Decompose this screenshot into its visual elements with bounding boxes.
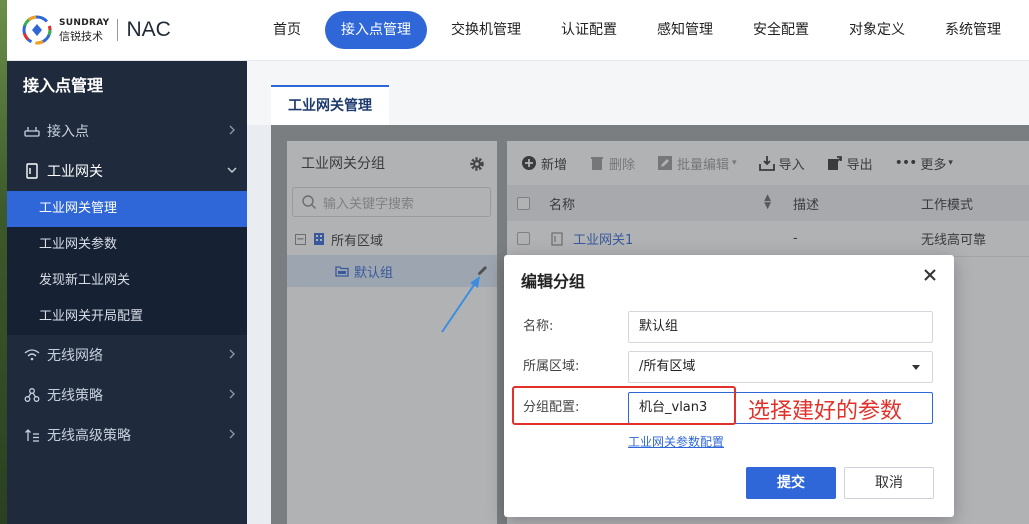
logo-divider xyxy=(117,19,119,41)
dialog-title: 编辑分组 xyxy=(521,272,586,291)
sidebar-item-label: 无线高级策略 xyxy=(47,428,131,444)
name-field[interactable]: 默认组 xyxy=(628,311,933,343)
region-label: 所属区域: xyxy=(523,359,580,374)
form-row-name: 名称: 默认组 xyxy=(504,311,954,343)
sidebar-item-wireless-advanced-policy[interactable]: 无线高级策略 xyxy=(7,415,247,455)
region-selected-value: /所有区域 xyxy=(639,359,696,374)
sidebar-item-label: 工业网关 xyxy=(47,164,103,180)
chevron-right-icon xyxy=(229,429,235,439)
annotation-arrow-icon xyxy=(441,276,480,333)
sidebar-sub-gateway-management[interactable]: 工业网关管理 xyxy=(7,191,247,227)
chevron-right-icon xyxy=(229,349,235,359)
sidebar-sub-discover-gateway[interactable]: 发现新工业网关 xyxy=(7,263,247,299)
sidebar-item-industrial-gateway[interactable]: 工业网关 xyxy=(7,151,247,191)
chevron-down-icon xyxy=(227,167,237,173)
tab-bar: 工业网关管理 xyxy=(247,61,1029,125)
sundray-logo-icon xyxy=(22,15,52,45)
annotation-text: 选择建好的参数 xyxy=(748,399,903,424)
sidebar-item-wireless-policy[interactable]: 无线策略 xyxy=(7,375,247,415)
main-nav: 首页 接入点管理 交换机管理 认证配置 感知管理 安全配置 对象定义 系统管理 xyxy=(257,11,1025,49)
chevron-right-icon xyxy=(229,389,235,399)
nav-switch-management[interactable]: 交换机管理 xyxy=(435,11,537,49)
wifi-icon xyxy=(23,346,41,364)
sidebar-sub-gateway-setup[interactable]: 工业网关开局配置 xyxy=(7,299,247,335)
sidebar-item-access-point[interactable]: 接入点 xyxy=(7,111,247,151)
cancel-button[interactable]: 取消 xyxy=(844,467,934,499)
sidebar: 接入点管理 接入点 工业网关 工业网关管理 工业网关参数 发现新工业网关 工业网… xyxy=(7,61,247,524)
nav-auth-config[interactable]: 认证配置 xyxy=(545,11,633,49)
annotation-highlight-box xyxy=(512,386,736,425)
nav-access-point-management[interactable]: 接入点管理 xyxy=(325,11,427,49)
form-row-region: 所属区域: /所有区域 xyxy=(504,351,954,383)
brand-english: SUNDRAY xyxy=(59,17,110,28)
desktop-edge xyxy=(0,0,7,524)
close-icon[interactable] xyxy=(922,267,938,283)
name-label: 名称: xyxy=(523,319,554,334)
router-icon xyxy=(23,122,41,140)
caret-down-icon xyxy=(912,365,920,370)
top-header: SUNDRAY 信锐技术 NAC 首页 接入点管理 交换机管理 认证配置 感知管… xyxy=(7,0,1029,61)
product-name: NAC xyxy=(126,18,171,41)
sidebar-title: 接入点管理 xyxy=(23,76,104,95)
sidebar-item-label: 接入点 xyxy=(47,124,89,140)
nav-object-definition[interactable]: 对象定义 xyxy=(833,11,921,49)
sidebar-item-wireless-network[interactable]: 无线网络 xyxy=(7,335,247,375)
sidebar-item-label: 无线网络 xyxy=(47,348,103,364)
network-nodes-icon xyxy=(23,386,41,404)
nav-security-config[interactable]: 安全配置 xyxy=(737,11,825,49)
nav-perception-management[interactable]: 感知管理 xyxy=(641,11,729,49)
tab-gateway-management[interactable]: 工业网关管理 xyxy=(271,85,389,125)
brand-logo: SUNDRAY 信锐技术 NAC xyxy=(21,14,171,46)
submit-button[interactable]: 提交 xyxy=(746,467,836,499)
sidebar-sub-gateway-params[interactable]: 工业网关参数 xyxy=(7,227,247,263)
chevron-right-icon xyxy=(229,125,235,135)
region-select[interactable]: /所有区域 xyxy=(628,351,933,383)
gateway-icon xyxy=(23,162,41,180)
gateway-param-config-link[interactable]: 工业网关参数配置 xyxy=(628,433,724,450)
nav-home[interactable]: 首页 xyxy=(257,11,317,49)
brand-chinese: 信锐技术 xyxy=(59,29,103,43)
advanced-policy-icon xyxy=(23,426,41,444)
nav-system-management[interactable]: 系统管理 xyxy=(929,11,1017,49)
sidebar-item-label: 无线策略 xyxy=(47,388,103,404)
